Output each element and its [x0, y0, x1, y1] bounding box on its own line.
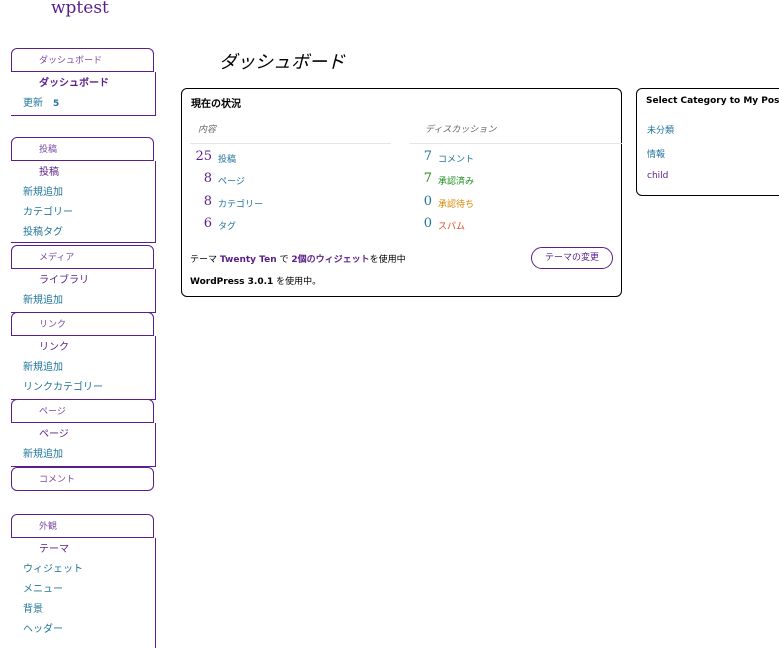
menu-group-dashboard: ダッシュボード ダッシュボード 更新 5 [0, 48, 156, 116]
menu-item-themes[interactable]: テーマ [11, 540, 155, 560]
category-link-child[interactable]: child [647, 171, 668, 181]
widgets-link[interactable]: 2個のウィジェット [291, 255, 369, 265]
menu-item-links[interactable]: リンク [11, 338, 155, 358]
menu-head-links[interactable]: リンク [11, 312, 154, 336]
page-title: ダッシュボード [219, 52, 345, 73]
pending-count: 0 [423, 194, 432, 209]
change-theme-button[interactable]: テーマの変更 [531, 247, 613, 269]
posts-label: 投稿 [218, 155, 237, 165]
comments-count: 7 [423, 149, 432, 164]
menu-item-updates[interactable]: 更新 5 [11, 94, 155, 114]
right-now-widget: 現在の状況 内容 ディスカッション 25 投稿 8 ページ 8 カテゴリー 6 … [181, 88, 622, 297]
content-column-head: 内容 [198, 125, 217, 135]
tags-count: 6 [203, 216, 212, 231]
menu-head-posts[interactable]: 投稿 [11, 137, 154, 161]
wp-version: WordPress 3.0.1 [190, 277, 274, 287]
right-now-title: 現在の状況 [191, 99, 241, 110]
theme-prefix: テーマ [190, 255, 218, 265]
content-divider [190, 143, 391, 144]
menu-item-posts[interactable]: 投稿 [11, 163, 155, 183]
menu-item-add-post[interactable]: 新規追加 [11, 183, 155, 203]
theme-suffix: を使用中 [369, 255, 406, 265]
update-count-badge: 5 [53, 99, 60, 109]
spam-label: スパム [438, 222, 466, 232]
menu-group-posts: 投稿 投稿 新規追加 カテゴリー 投稿タグ [0, 137, 156, 243]
menu-body-media: ライブラリ 新規追加 [11, 269, 156, 313]
theme-mid: で [279, 255, 289, 265]
discussion-divider [410, 143, 622, 144]
menu-item-add-page[interactable]: 新規追加 [11, 445, 155, 465]
menu-item-menus[interactable]: メニュー [11, 580, 155, 600]
pending-label: 承認待ち [438, 200, 475, 210]
menu-body-posts: 投稿 新規追加 カテゴリー 投稿タグ [11, 161, 156, 243]
theme-info: テーマ Twenty Ten で 2個のウィジェットを使用中 [190, 252, 406, 265]
category-link-uncategorized[interactable]: 未分類 [647, 123, 674, 136]
menu-head-media[interactable]: メディア [11, 245, 154, 269]
tags-label: タグ [218, 222, 237, 232]
menu-item-background[interactable]: 背景 [11, 600, 155, 620]
menu-item-categories[interactable]: カテゴリー [11, 203, 155, 223]
menu-body-links: リンク 新規追加 リンクカテゴリー [11, 336, 156, 400]
spam-count: 0 [423, 216, 432, 231]
menu-group-media: メディア ライブラリ 新規追加 [0, 245, 156, 313]
wp-suffix: を使用中。 [276, 277, 322, 287]
updates-label: 更新 [23, 98, 43, 109]
categories-label: カテゴリー [218, 200, 264, 210]
menu-item-header[interactable]: ヘッダー [11, 620, 155, 640]
menu-item-link-categories[interactable]: リンクカテゴリー [11, 378, 155, 398]
menu-head-dashboard[interactable]: ダッシュボード [11, 48, 154, 72]
menu-group-pages: ページ ページ 新規追加 [0, 399, 156, 467]
posts-count: 25 [195, 149, 212, 164]
categories-count: 8 [203, 194, 212, 209]
menu-body-dashboard: ダッシュボード 更新 5 [11, 72, 156, 116]
category-widget: Select Category to My Post 未分類 情報 child [636, 88, 779, 196]
menu-item-widgets[interactable]: ウィジェット [11, 560, 155, 580]
theme-name-link[interactable]: Twenty Ten [220, 255, 277, 265]
menu-group-links: リンク リンク 新規追加 リンクカテゴリー [0, 312, 156, 400]
menu-item-post-tags[interactable]: 投稿タグ [11, 223, 155, 243]
menu-group-comments: コメント [0, 467, 156, 491]
menu-item-library[interactable]: ライブラリ [11, 271, 155, 291]
menu-head-comments[interactable]: コメント [11, 467, 154, 491]
menu-item-pages[interactable]: ページ [11, 425, 155, 445]
wp-version-info: WordPress 3.0.1 を使用中。 [190, 274, 321, 287]
menu-body-pages: ページ 新規追加 [11, 423, 156, 467]
menu-item-add-media[interactable]: 新規追加 [11, 291, 155, 311]
approved-label: 承認済み [438, 177, 475, 187]
category-widget-title: Select Category to My Post [646, 96, 779, 106]
menu-item-dashboard[interactable]: ダッシュボード [11, 74, 155, 94]
menu-item-add-link[interactable]: 新規追加 [11, 358, 155, 378]
approved-count: 7 [423, 171, 432, 186]
menu-head-appearance[interactable]: 外観 [11, 514, 154, 538]
pages-label: ページ [218, 177, 245, 187]
category-link-info[interactable]: 情報 [647, 147, 665, 160]
menu-body-appearance: テーマ ウィジェット メニュー 背景 ヘッダー [11, 538, 156, 648]
menu-group-appearance: 外観 テーマ ウィジェット メニュー 背景 ヘッダー [0, 514, 156, 648]
discussion-column-head: ディスカッション [425, 125, 497, 135]
pages-count: 8 [203, 171, 212, 186]
site-title[interactable]: wptest [51, 0, 109, 18]
menu-head-pages[interactable]: ページ [11, 399, 154, 423]
comments-label: コメント [438, 155, 475, 165]
